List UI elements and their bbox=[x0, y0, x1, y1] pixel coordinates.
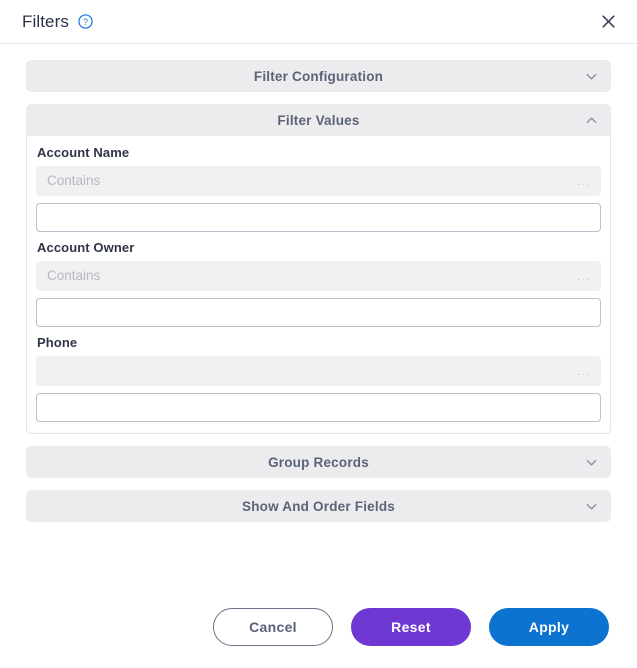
chevron-down-icon[interactable] bbox=[583, 68, 599, 84]
filter-field-account-name: Account Name Contains ... bbox=[36, 145, 601, 232]
operator-select-phone[interactable]: ... bbox=[36, 356, 601, 386]
dialog-footer: Cancel Reset Apply bbox=[0, 608, 637, 646]
filter-value-input-account-owner[interactable] bbox=[36, 298, 601, 327]
accordion-filter-configuration: Filter Configuration bbox=[26, 60, 611, 92]
page-title: Filters bbox=[22, 12, 69, 31]
accordion-header-show-and-order-fields[interactable]: Show And Order Fields bbox=[26, 490, 611, 522]
accordion-title: Show And Order Fields bbox=[242, 498, 395, 514]
dialog-header: Filters ? bbox=[0, 0, 637, 44]
dialog-body: Filter Configuration Filter Values Accou… bbox=[0, 44, 637, 522]
chevron-down-icon[interactable] bbox=[583, 498, 599, 514]
operator-value: Contains bbox=[47, 173, 101, 189]
operator-value: Contains bbox=[47, 268, 101, 284]
accordion-show-and-order-fields: Show And Order Fields bbox=[26, 490, 611, 522]
accordion-title: Filter Values bbox=[277, 112, 360, 128]
filter-values-panel: Account Name Contains ... Account Owner … bbox=[26, 136, 611, 434]
ellipsis-icon[interactable]: ... bbox=[577, 270, 590, 282]
accordion-title: Filter Configuration bbox=[253, 68, 384, 84]
filters-dialog: Filters ? Filter Configuration Filter Va… bbox=[0, 0, 637, 668]
operator-select-account-owner[interactable]: Contains ... bbox=[36, 261, 601, 291]
field-label: Account Name bbox=[37, 145, 130, 160]
field-label: Account Owner bbox=[37, 240, 135, 255]
accordion-title: Group Records bbox=[268, 454, 369, 470]
filter-field-account-owner: Account Owner Contains ... bbox=[36, 240, 601, 327]
accordion-filter-values: Filter Values Account Name Contains ... bbox=[26, 104, 611, 434]
accordion-header-filter-configuration[interactable]: Filter Configuration bbox=[26, 60, 611, 92]
field-label: Phone bbox=[37, 335, 78, 350]
ellipsis-icon[interactable]: ... bbox=[577, 175, 590, 187]
accordion-header-filter-values[interactable]: Filter Values bbox=[26, 104, 611, 136]
close-icon[interactable] bbox=[595, 9, 621, 35]
chevron-up-icon[interactable] bbox=[583, 112, 599, 128]
filter-field-phone: Phone ... bbox=[36, 335, 601, 422]
accordion-header-group-records[interactable]: Group Records bbox=[26, 446, 611, 478]
svg-text:?: ? bbox=[83, 17, 88, 27]
reset-button[interactable]: Reset bbox=[351, 608, 471, 646]
apply-button[interactable]: Apply bbox=[489, 608, 609, 646]
operator-select-account-name[interactable]: Contains ... bbox=[36, 166, 601, 196]
accordion-group-records: Group Records bbox=[26, 446, 611, 478]
chevron-down-icon[interactable] bbox=[583, 454, 599, 470]
filter-value-input-account-name[interactable] bbox=[36, 203, 601, 232]
ellipsis-icon[interactable]: ... bbox=[577, 365, 590, 377]
cancel-button[interactable]: Cancel bbox=[213, 608, 333, 646]
help-circle-icon[interactable]: ? bbox=[78, 14, 93, 29]
filter-value-input-phone[interactable] bbox=[36, 393, 601, 422]
